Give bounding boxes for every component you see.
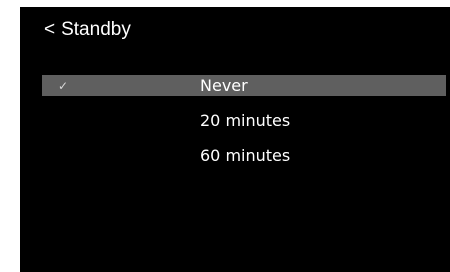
chevron-left-icon: < [44, 19, 56, 40]
option-label: 60 minutes [200, 146, 291, 165]
option-label: 20 minutes [200, 111, 291, 130]
option-20-minutes[interactable]: 20 minutes [42, 110, 446, 131]
option-60-minutes[interactable]: 60 minutes [42, 145, 446, 166]
option-never[interactable]: ✓ Never [42, 75, 446, 96]
page-title: Standby [61, 19, 131, 40]
checkmark-icon: ✓ [58, 79, 69, 93]
back-button[interactable]: < Standby [44, 18, 131, 42]
standby-settings-screen: < Standby ✓ Never 20 minutes 60 minutes [20, 7, 450, 272]
standby-option-list: ✓ Never 20 minutes 60 minutes [42, 75, 446, 180]
option-label: Never [200, 76, 248, 95]
